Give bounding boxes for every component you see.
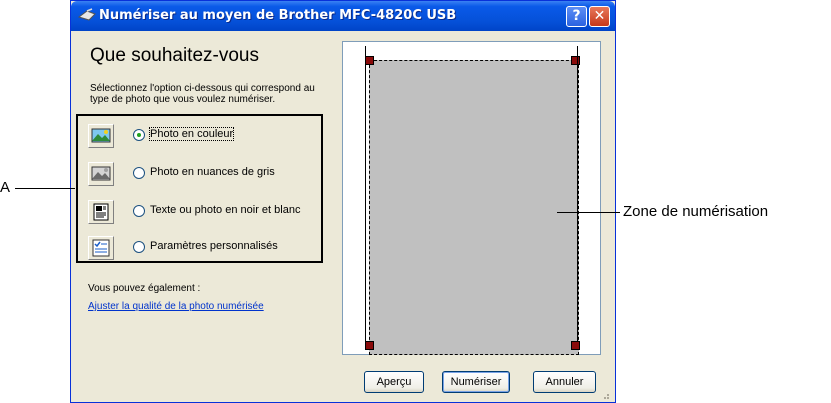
bottom-left-handle[interactable] xyxy=(365,341,374,350)
dialog-body: Que souhaitez-vous Sélectionnez l'option… xyxy=(74,31,612,402)
adjust-quality-link[interactable]: Ajuster la qualité de la photo numérisée xyxy=(88,301,264,312)
option-custom-settings[interactable]: Paramètres personnalisés xyxy=(88,236,318,260)
option-color-photo[interactable]: Photo en couleur xyxy=(88,124,318,148)
cancel-button[interactable]: Annuler xyxy=(533,371,596,393)
preview-button[interactable]: Aperçu xyxy=(364,371,424,393)
also-label: Vous pouvez également : xyxy=(88,283,201,294)
annotation-scan-zone: Zone de numérisation xyxy=(623,203,769,220)
bottom-right-handle[interactable] xyxy=(571,341,580,350)
option-grayscale-photo[interactable]: Photo en nuances de gris xyxy=(88,162,318,186)
annotation-a-leader xyxy=(15,188,75,189)
scan-dialog-window: Numériser au moyen de Brother MFC-4820C … xyxy=(70,0,616,403)
option-label[interactable]: Paramètres personnalisés xyxy=(150,240,278,252)
annotation-zone-leader xyxy=(557,212,620,213)
title-bar[interactable]: Numériser au moyen de Brother MFC-4820C … xyxy=(71,1,615,31)
instructions-text: Sélectionnez l'option ci-dessous qui cor… xyxy=(90,83,315,105)
close-button[interactable]: ✕ xyxy=(589,6,610,27)
scan-preview-panel[interactable] xyxy=(342,41,601,355)
radio-grayscale-photo[interactable] xyxy=(133,167,145,179)
scanner-icon xyxy=(78,8,96,21)
option-label[interactable]: Photo en couleur xyxy=(148,127,235,141)
option-label[interactable]: Texte ou photo en noir et blanc xyxy=(150,204,300,216)
annotation-a: A xyxy=(0,179,11,196)
help-button[interactable]: ? xyxy=(566,6,587,27)
scan-frame xyxy=(365,46,578,342)
grayscale-photo-icon[interactable] xyxy=(88,162,114,186)
black-white-text-icon[interactable] xyxy=(88,200,114,224)
page-title: Que souhaitez-vous xyxy=(90,45,259,66)
color-photo-icon[interactable] xyxy=(88,124,114,148)
radio-black-white-text[interactable] xyxy=(133,205,145,217)
scan-button[interactable]: Numériser xyxy=(442,371,510,393)
option-black-white-text[interactable]: Texte ou photo en noir et blanc xyxy=(88,200,318,224)
resize-grip-icon[interactable] xyxy=(600,390,610,400)
radio-color-photo[interactable] xyxy=(133,129,145,141)
window-title: Numériser au moyen de Brother MFC-4820C … xyxy=(99,8,457,23)
radio-custom-settings[interactable] xyxy=(133,241,145,253)
option-label[interactable]: Photo en nuances de gris xyxy=(150,166,275,178)
custom-settings-icon[interactable] xyxy=(88,236,114,260)
scan-type-options: Photo en couleur Photo en nuances de gri… xyxy=(76,114,323,263)
